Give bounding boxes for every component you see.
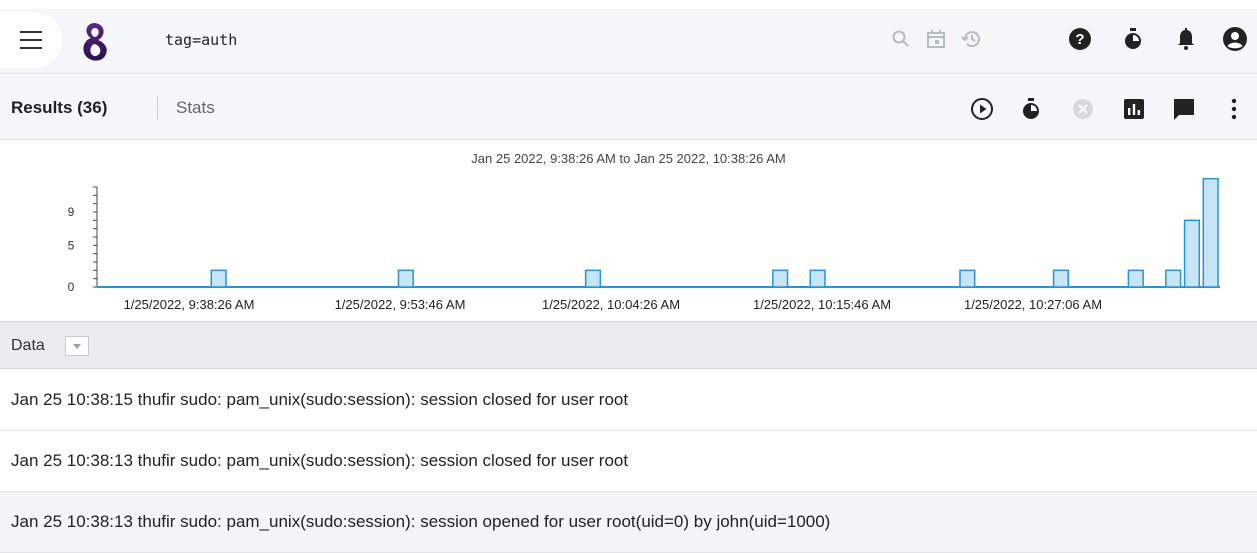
table-row[interactable]: Jan 25 10:38:15 thufir sudo: pam_unix(su…	[0, 370, 1257, 431]
histogram-bar	[1165, 269, 1182, 288]
histogram-bar	[1127, 269, 1144, 288]
histogram-bar	[210, 269, 227, 288]
histogram-bar	[809, 269, 826, 288]
cancel-icon[interactable]	[1070, 96, 1096, 122]
column-dropdown[interactable]	[65, 336, 89, 356]
histogram-bar	[772, 269, 789, 288]
comment-icon[interactable]	[1171, 96, 1197, 122]
timer-icon[interactable]	[1018, 96, 1044, 122]
histogram-bar	[1052, 269, 1070, 288]
logo[interactable]	[79, 21, 111, 65]
data-column-label: Data	[11, 337, 45, 354]
search-icon[interactable]	[887, 25, 915, 53]
x-tick-label: 1/25/2022, 10:04:26 AM	[542, 297, 680, 312]
tab-stats[interactable]: Stats	[176, 98, 215, 118]
histogram-bar	[584, 269, 602, 288]
results-bar: Results (36) Stats	[0, 75, 1257, 140]
table-row[interactable]: Jan 25 10:38:13 thufir sudo: pam_unix(su…	[0, 431, 1257, 492]
tab-divider	[157, 97, 158, 119]
more-vert-icon[interactable]	[1221, 96, 1247, 122]
menu-button[interactable]	[0, 12, 62, 68]
svg-text:?: ?	[1075, 31, 1084, 48]
data-column-header: Data	[0, 321, 1257, 369]
chart-svg: 0 5 9 1/25/2022, 9:38:26 AM 1/25/2022, 9:53:…	[68, 177, 1220, 312]
play-icon[interactable]	[969, 96, 995, 122]
y-tick-label: 5	[68, 238, 75, 252]
bell-icon[interactable]	[1172, 25, 1200, 53]
search-query[interactable]: tag=auth	[165, 31, 237, 49]
menu-icon	[20, 31, 42, 49]
chart-icon[interactable]	[1121, 96, 1147, 122]
histogram-chart[interactable]: Jan 25 2022, 9:38:26 AM to Jan 25 2022, …	[0, 141, 1257, 321]
histogram-bar	[1202, 177, 1219, 288]
x-tick-label: 1/25/2022, 10:15:46 AM	[753, 297, 891, 312]
timer-icon[interactable]	[1119, 25, 1147, 53]
chevron-down-icon	[73, 343, 81, 349]
x-tick-label: 1/25/2022, 9:38:26 AM	[124, 297, 255, 312]
y-tick-label: 0	[68, 280, 75, 294]
history-icon[interactable]	[957, 25, 985, 53]
histogram-bar	[397, 269, 414, 288]
account-icon[interactable]	[1221, 25, 1249, 53]
top-bar: tag=auth ?	[0, 9, 1257, 74]
x-tick-label: 1/25/2022, 9:53:46 AM	[335, 297, 466, 312]
table-row[interactable]: Jan 25 10:38:13 thufir sudo: pam_unix(su…	[0, 492, 1257, 553]
help-icon[interactable]: ?	[1066, 25, 1094, 53]
x-tick-label: 1/25/2022, 10:27:06 AM	[964, 297, 1102, 312]
calendar-icon[interactable]	[922, 25, 950, 53]
histogram-bar	[1183, 219, 1201, 288]
tab-results[interactable]: Results (36)	[11, 98, 107, 118]
y-tick-label: 9	[68, 205, 75, 219]
histogram-bar	[959, 269, 976, 288]
